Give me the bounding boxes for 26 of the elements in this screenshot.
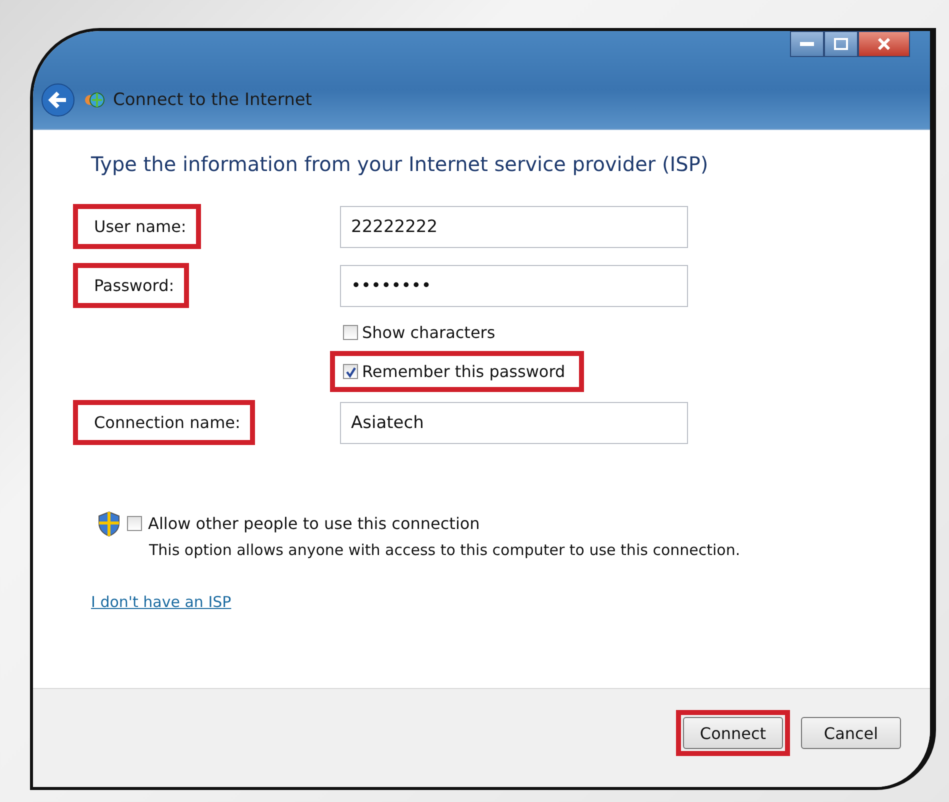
dialog-button[interactable]: Connect <box>683 717 783 749</box>
input-field[interactable]: Asiatech <box>340 402 688 444</box>
checkbox[interactable] <box>343 364 358 379</box>
network-globe-icon <box>83 90 105 110</box>
field-label: User name: <box>73 204 202 249</box>
checkbox[interactable] <box>343 325 358 340</box>
checkbox-label[interactable]: Show characters <box>362 323 496 342</box>
input-field[interactable]: •••••••• <box>340 264 688 306</box>
maximize-icon <box>834 38 848 50</box>
window-title: Connect to the Internet <box>113 90 312 110</box>
shield-icon <box>97 511 121 537</box>
field-label: Connection name: <box>73 400 256 445</box>
field-label: Password: <box>73 263 190 308</box>
option-description: This option allows anyone with access to this computer to use this connection. <box>149 541 740 559</box>
input-field[interactable]: 22222222 <box>340 206 688 248</box>
minimize-button[interactable] <box>790 31 824 57</box>
no-isp-link[interactable]: I don't have an ISP <box>91 593 232 611</box>
dialog-button[interactable]: Cancel <box>801 717 901 749</box>
maximize-button[interactable] <box>824 31 858 57</box>
instruction-heading: Type the information from your Internet service provider (ISP) <box>91 152 710 176</box>
checkbox-label[interactable]: Remember this password <box>362 362 566 381</box>
checkbox[interactable] <box>127 516 142 531</box>
minimize-icon <box>799 41 815 47</box>
close-button[interactable] <box>858 31 910 57</box>
checkbox-label[interactable]: Allow other people to use this connection <box>148 514 480 533</box>
close-icon <box>877 38 891 50</box>
